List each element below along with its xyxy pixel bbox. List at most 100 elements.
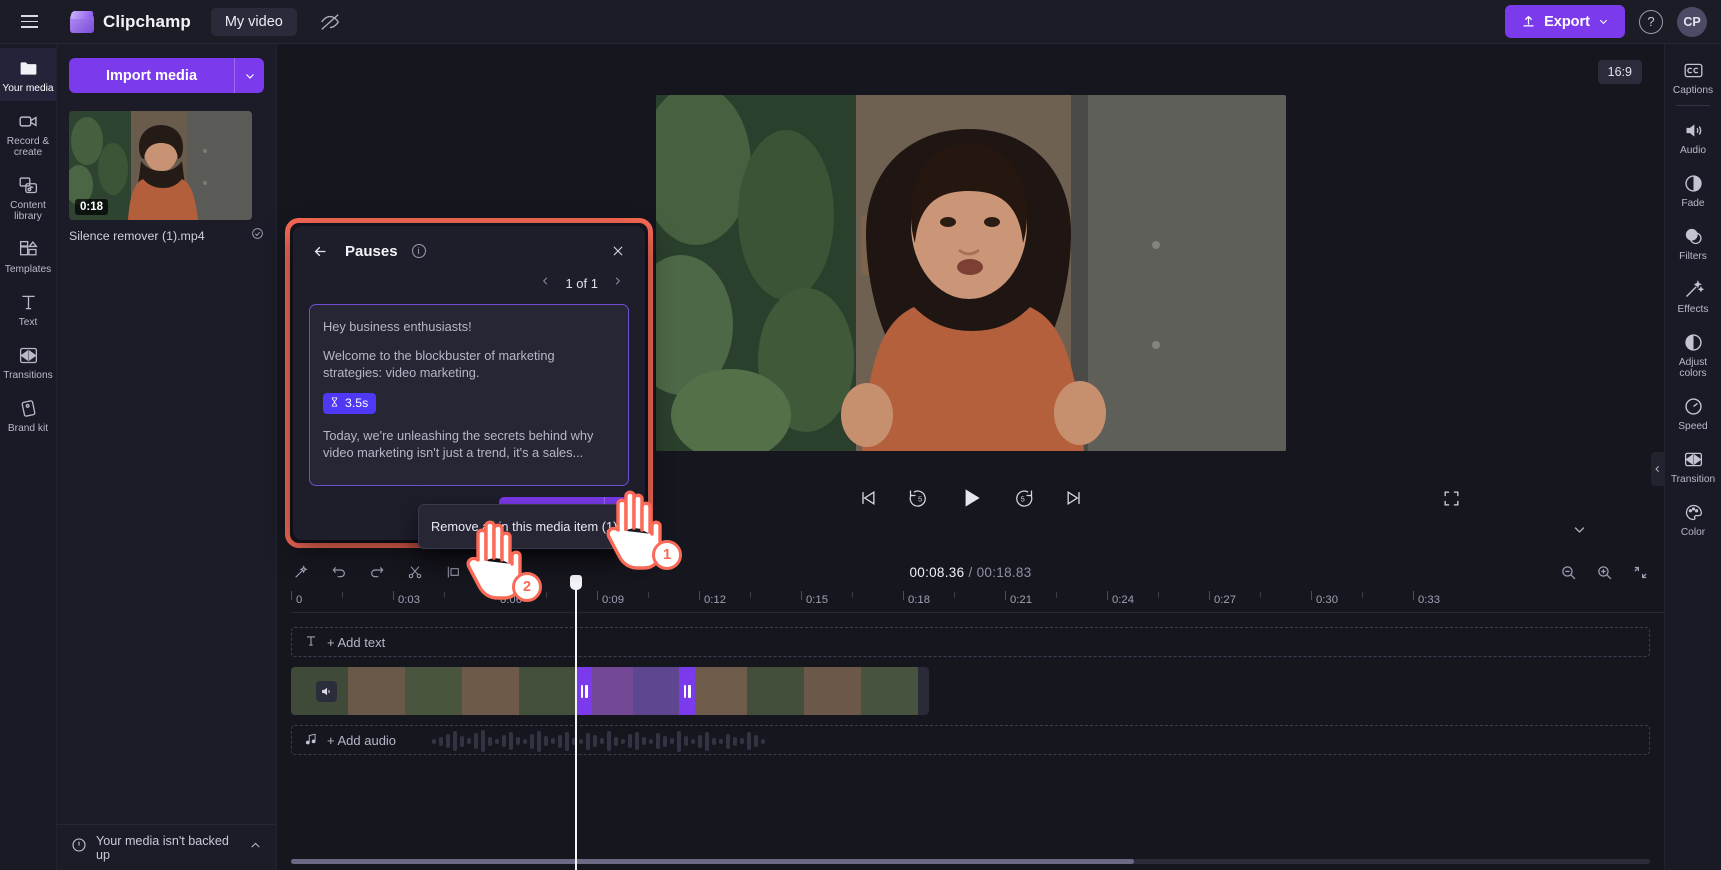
sidebar-label: Text [18, 317, 38, 328]
chevron-up-icon[interactable] [249, 839, 262, 857]
chevron-right-icon[interactable] [612, 274, 623, 292]
transcript-before: Hey business enthusiasts! [323, 319, 472, 334]
magic-wand-icon [1682, 278, 1704, 300]
forward-5-icon[interactable]: 5 [1011, 485, 1037, 511]
time-separator: / [968, 564, 973, 580]
top-bar: Clipchamp My video Export ? CP [0, 0, 1721, 44]
sidebar-item-your-media[interactable]: Your media [0, 48, 56, 101]
remove-all-menu-item[interactable]: Remove all in this media item (1) [419, 511, 625, 542]
pause-marker-start[interactable] [576, 667, 592, 715]
scissors-icon[interactable] [405, 562, 425, 582]
media-item[interactable]: 0:18 Silence remover (1).mp4 [69, 111, 264, 245]
right-item-captions[interactable]: Captions [1665, 50, 1721, 103]
right-item-fade[interactable]: Fade [1665, 163, 1721, 216]
chevron-down-icon[interactable] [234, 58, 264, 93]
info-icon[interactable]: i [411, 244, 426, 258]
sidebar-label: Brand kit [7, 423, 49, 434]
timeline-horizontal-scrollbar[interactable] [291, 859, 1650, 864]
zoom-in-icon[interactable] [1594, 562, 1614, 582]
sidebar-item-transitions[interactable]: Transitions [0, 335, 56, 388]
import-media-row: Import media [69, 58, 264, 93]
play-icon[interactable] [955, 482, 987, 514]
right-item-audio[interactable]: Audio [1665, 110, 1721, 163]
clip-frame [519, 667, 576, 715]
remove-dropdown-menu: Remove all in this media item (1) [418, 504, 626, 549]
topbar-right: Export ? CP [1505, 5, 1707, 38]
backup-status-bar[interactable]: Your media isn't backed up [57, 824, 276, 870]
right-item-color[interactable]: Color [1665, 492, 1721, 545]
chevron-down-icon[interactable] [1566, 520, 1592, 538]
clip-frame [804, 667, 861, 715]
avatar[interactable]: CP [1677, 6, 1707, 37]
add-text-track[interactable]: + Add text [291, 627, 1650, 657]
pause-marker-end[interactable] [679, 667, 695, 715]
media-panel: Import media 0:18 Silence remover (1).mp… [57, 44, 277, 870]
speedometer-icon [1682, 395, 1704, 417]
clip-selection-region[interactable] [576, 667, 691, 715]
skip-to-end-icon[interactable] [1061, 485, 1087, 511]
timeline-tracks: + Add text + Add audio [277, 575, 1664, 870]
split-icon[interactable] [443, 562, 463, 582]
close-x-icon[interactable] [607, 240, 629, 262]
chevron-left-icon[interactable] [540, 274, 551, 292]
collapse-panel-handle[interactable] [1651, 452, 1664, 486]
right-item-effects[interactable]: Effects [1665, 269, 1721, 322]
sidebar-label: Your media [2, 83, 54, 94]
sidebar-label: Content library [10, 200, 46, 222]
aspect-ratio-chip[interactable]: 16:9 [1597, 60, 1642, 84]
redo-icon[interactable] [367, 562, 387, 582]
magic-wand-icon[interactable] [291, 562, 311, 582]
media-thumbnail[interactable]: 0:18 [69, 111, 252, 220]
sidebar-item-record-create[interactable]: Record & create [0, 101, 56, 165]
text-t-icon [304, 634, 318, 651]
clip-frame [690, 667, 747, 715]
timeline-tools [291, 562, 463, 582]
timeline-ruler[interactable]: 0 0:03 0:06 0:09 0:12 0:15 0:18 0:21 0:2… [291, 589, 1664, 613]
content-library-icon [17, 174, 39, 196]
timeline-toolbar: 00:08.36 / 00:18.83 [277, 555, 1664, 589]
right-item-transition[interactable]: Transition [1665, 439, 1721, 492]
add-audio-label: + Add audio [327, 732, 397, 748]
sidebar-label: Transitions [3, 370, 53, 381]
sidebar-item-content-library[interactable]: Content library [0, 165, 56, 229]
sidebar-label: Record & create [6, 136, 50, 158]
clip-frame [861, 667, 918, 715]
export-button[interactable]: Export [1505, 5, 1625, 38]
undo-icon[interactable] [329, 562, 349, 582]
project-name-field[interactable]: My video [210, 7, 297, 36]
rewind-5-icon[interactable]: 5 [905, 485, 931, 511]
export-label: Export [1544, 13, 1590, 30]
right-item-label: Effects [1677, 304, 1709, 315]
eye-off-icon[interactable] [317, 9, 343, 35]
sidebar-item-text[interactable]: Text [0, 282, 56, 335]
clip-frame [747, 667, 804, 715]
media-filename: Silence remover (1).mp4 [69, 229, 205, 243]
transcript-card: Hey business enthusiasts! Welcome to the… [309, 304, 629, 486]
right-item-filters[interactable]: Filters [1665, 216, 1721, 269]
skip-to-start-icon[interactable] [855, 485, 881, 511]
right-item-speed[interactable]: Speed [1665, 386, 1721, 439]
video-preview[interactable] [655, 95, 1286, 451]
fullscreen-icon[interactable] [1438, 485, 1464, 511]
playhead[interactable] [570, 575, 582, 870]
right-item-label: Color [1680, 527, 1706, 538]
right-item-adjust-colors[interactable]: Adjust colors [1665, 322, 1721, 386]
left-sidebar: Your media Record & create Content libra… [0, 44, 57, 870]
dialog-pager: 1 of 1 [309, 274, 629, 292]
sidebar-item-brand-kit[interactable]: Brand kit [0, 388, 56, 441]
arrow-left-icon[interactable] [309, 240, 331, 262]
closed-captions-icon [1682, 59, 1704, 81]
video-clip[interactable] [291, 667, 929, 715]
speaker-icon[interactable] [316, 681, 337, 702]
question-mark-icon[interactable]: ? [1639, 9, 1663, 34]
add-audio-track[interactable]: + Add audio [291, 725, 1650, 755]
pauses-dialog: Pauses i 1 of 1 Hey business enthusiasts… [293, 226, 645, 540]
check-circle-icon[interactable] [251, 227, 264, 245]
brand-name: Clipchamp [103, 11, 191, 31]
zoom-out-icon[interactable] [1558, 562, 1578, 582]
sidebar-item-templates[interactable]: Templates [0, 229, 56, 282]
hamburger-icon[interactable] [14, 7, 44, 37]
fit-to-screen-icon[interactable] [1630, 562, 1650, 582]
time-display: 00:08.36 / 00:18.83 [909, 565, 1031, 580]
import-media-button[interactable]: Import media [69, 58, 234, 93]
